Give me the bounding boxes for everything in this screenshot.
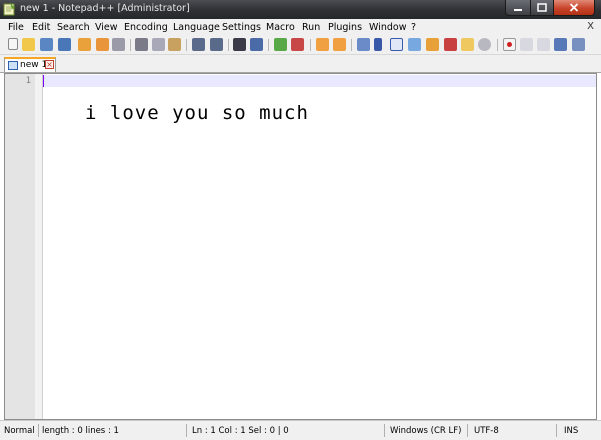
- status-length-lines: length : 0 lines : 1: [42, 426, 119, 436]
- menu-encoding[interactable]: Encoding: [124, 22, 168, 33]
- close-document-button[interactable]: X: [587, 21, 594, 32]
- replace-icon[interactable]: [250, 38, 263, 51]
- menu-search[interactable]: Search: [57, 22, 90, 33]
- tab-new-1[interactable]: new 1 ×: [4, 57, 56, 72]
- user-lang-icon[interactable]: [408, 38, 421, 51]
- undo-icon[interactable]: [192, 38, 205, 51]
- menu-help[interactable]: ?: [411, 22, 416, 33]
- fold-margin: [35, 74, 42, 419]
- monitoring-icon[interactable]: [478, 38, 491, 51]
- document-icon: [8, 61, 18, 70]
- save-macro-icon[interactable]: [572, 38, 585, 51]
- close-icon: [569, 3, 579, 12]
- zoom-in-icon[interactable]: [274, 38, 287, 51]
- status-divider: [384, 424, 385, 437]
- status-bar: Normal length : 0 lines : 1 Ln : 1 Col :…: [0, 420, 601, 440]
- menu-plugins[interactable]: Plugins: [328, 22, 362, 33]
- maximize-button[interactable]: [531, 0, 554, 16]
- doc-map-icon[interactable]: [426, 38, 439, 51]
- folder-workspace-icon[interactable]: [461, 38, 474, 51]
- editor-area[interactable]: 1 i love you so much: [4, 73, 597, 420]
- tab-bar: new 1 ×: [0, 55, 601, 73]
- menu-view[interactable]: View: [95, 22, 118, 33]
- copy-icon[interactable]: [152, 38, 165, 51]
- line-number-gutter: 1: [5, 74, 43, 419]
- menu-bar: File Edit Search View Encoding Language …: [0, 19, 601, 36]
- function-list-icon[interactable]: [444, 38, 457, 51]
- record-macro-icon[interactable]: [503, 38, 516, 51]
- paste-icon[interactable]: [168, 38, 181, 51]
- menu-settings[interactable]: Settings: [222, 22, 261, 33]
- window-controls: [505, 0, 595, 16]
- status-eol: Windows (CR LF): [390, 426, 462, 436]
- word-wrap-icon[interactable]: [357, 38, 370, 51]
- toolbar: [0, 36, 601, 55]
- menu-window[interactable]: Window: [369, 22, 406, 33]
- current-line-highlight: [43, 75, 596, 87]
- stop-record-icon[interactable]: [520, 38, 533, 51]
- status-divider: [556, 424, 557, 437]
- title-bar[interactable]: new 1 - Notepad++ [Administrator]: [0, 0, 601, 19]
- zoom-out-icon[interactable]: [291, 38, 304, 51]
- print-icon[interactable]: [112, 38, 125, 51]
- sync-vertical-icon[interactable]: [316, 38, 329, 51]
- show-all-chars-icon[interactable]: [374, 38, 382, 51]
- cut-icon[interactable]: [135, 38, 148, 51]
- toolbar-separator: [130, 39, 131, 51]
- find-icon[interactable]: [233, 38, 246, 51]
- status-position: Ln : 1 Col : 1 Sel : 0 | 0: [192, 426, 289, 436]
- text-caret: [43, 75, 44, 87]
- status-insert-mode: INS: [564, 426, 579, 436]
- line-number: 1: [25, 76, 31, 86]
- status-doc-type: Normal: [4, 426, 35, 436]
- maximize-icon: [537, 3, 547, 12]
- toolbar-separator: [186, 39, 187, 51]
- open-file-icon[interactable]: [22, 38, 35, 51]
- close-button[interactable]: [554, 0, 595, 16]
- menu-language[interactable]: Language: [173, 22, 220, 33]
- tab-close-icon[interactable]: ×: [45, 60, 54, 69]
- toolbar-separator: [268, 39, 269, 51]
- menu-run[interactable]: Run: [302, 22, 320, 33]
- run-macro-multiple-icon[interactable]: [554, 38, 567, 51]
- indent-guide-icon[interactable]: [390, 38, 403, 51]
- menu-edit[interactable]: Edit: [32, 22, 50, 33]
- new-file-icon[interactable]: [8, 38, 18, 50]
- window-title: new 1 - Notepad++ [Administrator]: [20, 3, 190, 14]
- minimize-button[interactable]: [505, 0, 531, 16]
- sync-horizontal-icon[interactable]: [333, 38, 346, 51]
- minimize-icon: [514, 8, 522, 11]
- status-encoding: UTF-8: [474, 426, 499, 436]
- toolbar-separator: [310, 39, 311, 51]
- toolbar-separator: [497, 39, 498, 51]
- overlay-text: i love you so much: [85, 102, 309, 124]
- close-all-icon[interactable]: [96, 38, 109, 51]
- status-divider: [467, 424, 468, 437]
- menu-file[interactable]: File: [8, 22, 24, 33]
- menu-macro[interactable]: Macro: [266, 22, 295, 33]
- status-divider: [38, 424, 39, 437]
- play-macro-icon[interactable]: [537, 38, 550, 51]
- save-all-icon[interactable]: [58, 38, 71, 51]
- notepad-plus-plus-app-icon: [3, 3, 15, 16]
- tab-label: new 1: [20, 60, 48, 70]
- redo-icon[interactable]: [210, 38, 223, 51]
- close-icon[interactable]: [78, 38, 91, 51]
- status-divider: [186, 424, 187, 437]
- toolbar-separator: [351, 39, 352, 51]
- save-icon[interactable]: [40, 38, 53, 51]
- toolbar-separator: [228, 39, 229, 51]
